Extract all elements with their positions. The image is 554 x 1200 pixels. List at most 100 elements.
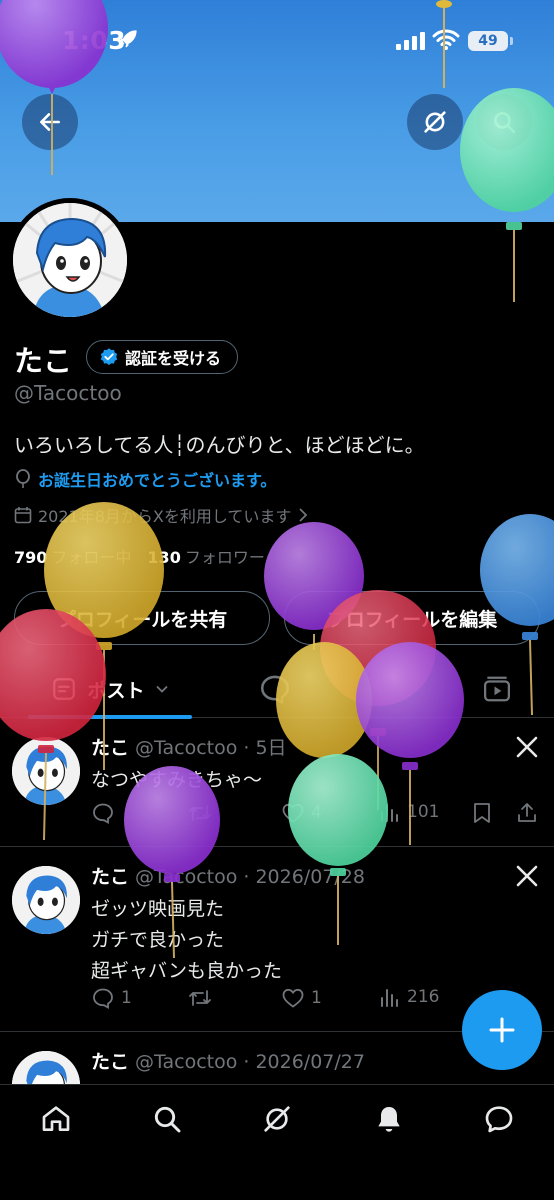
chevron-right-icon: [299, 508, 308, 522]
nav-notifications[interactable]: [369, 1099, 409, 1139]
birthday-message[interactable]: お誕生日おめでとうございます。: [14, 467, 276, 491]
edit-profile-button[interactable]: プロフィールを編集: [284, 591, 540, 645]
profile-bio: いろいろしてる人┆のんびりと、ほどほどに。: [14, 433, 425, 457]
nav-messages[interactable]: [479, 1099, 519, 1139]
share-profile-button[interactable]: プロフィールを共有: [14, 591, 270, 645]
tweet[interactable]: たこ @Tacoctoo · 5日 なつやすみきちゃ〜 4 101: [0, 719, 554, 847]
reply-icon: [93, 988, 113, 1010]
reply-count: 1: [121, 988, 132, 1008]
tweet-author-name[interactable]: たこ: [91, 1051, 129, 1073]
x-logo-icon: [516, 736, 538, 758]
following-count: 790: [14, 548, 48, 567]
retweet-icon: [189, 805, 211, 821]
search-icon: [494, 112, 516, 134]
like-button[interactable]: 4: [281, 801, 322, 825]
tweet-meta: @Tacoctoo · 2026/07/27: [135, 1051, 365, 1073]
profile-avatar[interactable]: [8, 198, 132, 322]
views-count: 101: [407, 802, 440, 822]
profile-tabs: ポスト: [0, 660, 554, 719]
reply-button[interactable]: [91, 801, 115, 825]
like-count: 4: [311, 803, 322, 823]
battery-tip: [510, 37, 513, 45]
avatar-illustration: [13, 203, 127, 317]
following-label: フォロー中: [51, 548, 132, 567]
search-button[interactable]: [476, 94, 532, 150]
profile-name: たこ: [14, 344, 73, 378]
status-bar: 1:03 49: [0, 0, 554, 84]
reply-button[interactable]: 1: [91, 986, 132, 1010]
tweet-line: なつやすみきちゃ〜: [91, 769, 263, 791]
join-date-label: 2021年8月からXを利用しています: [38, 507, 292, 526]
tab-posts-label: ポスト: [87, 679, 145, 702]
like-count: 1: [311, 988, 322, 1008]
bookmark-button[interactable]: [471, 801, 493, 825]
tweet-author-name[interactable]: たこ: [91, 866, 129, 888]
followers-label: フォロワー: [184, 548, 265, 567]
tweet-author-name[interactable]: たこ: [91, 737, 129, 759]
share-button[interactable]: [515, 801, 539, 825]
verified-badge-icon: [100, 348, 118, 366]
back-button[interactable]: [22, 94, 78, 150]
tweet-text: なつやすみきちゃ〜: [91, 765, 262, 796]
plus-icon: [489, 1017, 515, 1043]
tweet-meta: @Tacoctoo · 2026/07/28: [135, 866, 365, 888]
tweet-line: ゼッツ映画見た: [91, 898, 225, 920]
nav-home[interactable]: [36, 1099, 76, 1139]
retweet-icon: [189, 990, 211, 1006]
grok-nav-icon: [264, 1106, 290, 1132]
followers-count: 130: [147, 548, 181, 567]
get-verified-button[interactable]: 認証を受ける: [86, 340, 239, 374]
profile-handle: @Tacoctoo: [14, 381, 122, 405]
media-icon[interactable]: [482, 674, 512, 704]
views-icon: [381, 804, 398, 822]
follow-stats: 790 フォロー中 130 フォロワー: [14, 544, 265, 568]
signal-icon: [396, 32, 425, 50]
wifi-icon: [432, 29, 460, 50]
grok-icon: [424, 111, 446, 133]
views-button[interactable]: 101: [379, 801, 439, 823]
bottom-nav: [0, 1084, 554, 1200]
retweet-button[interactable]: [187, 801, 213, 825]
retweet-button[interactable]: [187, 986, 213, 1010]
tweet-line: 超ギャバンも良かった: [91, 960, 282, 982]
get-verified-label: 認証を受ける: [125, 349, 222, 368]
battery-indicator: 49: [468, 31, 508, 51]
tweet-avatar[interactable]: [12, 866, 80, 934]
chevron-down-icon: [155, 685, 168, 693]
views-count: 216: [407, 987, 440, 1007]
tab-posts[interactable]: ポスト: [28, 660, 192, 719]
tweet-meta: @Tacoctoo · 5日: [135, 737, 287, 759]
rocket-icon: [119, 30, 137, 48]
share-icon: [518, 803, 536, 822]
compose-button[interactable]: [462, 990, 542, 1070]
followers-stat[interactable]: 130 フォロワー: [147, 544, 264, 568]
search-icon: [154, 1106, 181, 1133]
following-stat[interactable]: 790 フォロー中: [14, 544, 131, 568]
birthday-label: お誕生日おめでとうございます。: [38, 471, 277, 490]
tweet-avatar[interactable]: [12, 737, 80, 805]
balloon-icon: [16, 469, 30, 488]
tweet-actions: 4 101: [91, 801, 541, 829]
like-icon: [282, 988, 304, 1008]
reply-icon: [93, 803, 113, 825]
like-button[interactable]: 1: [281, 986, 322, 1010]
x-logo-icon: [516, 865, 538, 887]
like-icon: [282, 803, 304, 823]
tweet-header: たこ @Tacoctoo · 2026/07/27: [91, 1047, 365, 1074]
nav-grok[interactable]: [257, 1099, 297, 1139]
views-button[interactable]: 216: [379, 986, 439, 1008]
posts-icon: [53, 678, 76, 700]
nav-search[interactable]: [147, 1099, 187, 1139]
join-date[interactable]: 2021年8月からXを利用しています: [14, 503, 309, 527]
grok-button[interactable]: [407, 94, 463, 150]
views-icon: [381, 989, 398, 1007]
messages-icon: [485, 1106, 513, 1133]
bell-icon: [378, 1107, 400, 1132]
tweet-line: ガチで良かった: [91, 929, 225, 951]
tweet-text: ゼッツ映画見た ガチで良かった 超ギャバンも良かった: [91, 894, 282, 987]
replies-icon[interactable]: [258, 672, 292, 706]
bookmark-icon: [474, 803, 490, 823]
tweet-header: たこ @Tacoctoo · 2026/07/28: [91, 862, 365, 889]
tweet-header: たこ @Tacoctoo · 5日: [91, 733, 287, 760]
back-arrow-icon: [40, 113, 60, 131]
